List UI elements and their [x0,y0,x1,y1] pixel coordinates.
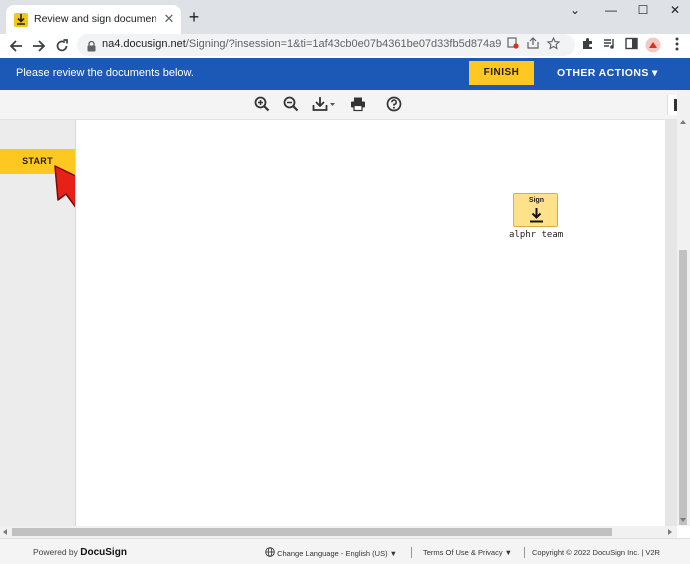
review-message: Please review the documents below. [16,67,194,79]
browser-tab-strip: Review and sign document(s) | D ✕ + ⌄ — … [0,0,690,34]
sign-here-tag[interactable]: Sign [513,193,558,227]
globe-icon [265,547,275,557]
url-host: na4.docusign.net [102,38,186,50]
finish-button[interactable]: FINISH [469,61,534,85]
maximize-window-button[interactable]: ☐ [628,2,658,18]
browser-toolbar: na4.docusign.net/Signing/?insession=1&ti… [0,34,690,58]
lock-icon[interactable] [87,39,96,52]
zoom-in-icon[interactable] [254,96,272,114]
media-control-icon[interactable] [600,37,618,55]
address-bar[interactable]: na4.docusign.net/Signing/?insession=1&ti… [77,34,575,56]
back-icon[interactable] [6,36,26,56]
blocked-popup-icon[interactable] [505,37,521,53]
language-label: Change Language - English (US) ▼ [277,549,398,558]
powered-prefix: Powered by [33,547,78,557]
horizontal-scroll-thumb[interactable] [12,528,612,536]
document-page [75,120,665,526]
url-path: /Signing/?insession=1&ti=1af43cb0e07b436… [185,38,502,50]
extensions-puzzle-icon[interactable] [578,37,596,55]
side-panel-icon[interactable] [622,37,640,55]
footer-divider [411,547,412,558]
vertical-scroll-thumb[interactable] [679,250,687,525]
powered-by-docusign: Powered by DocuSign [33,547,127,558]
signer-name: alphr team [509,230,564,240]
docusign-favicon-icon [14,13,28,27]
browser-menu-icon[interactable] [668,37,686,55]
page-footer: Powered by DocuSign Change Language - En… [0,538,690,564]
terms-privacy-link[interactable]: Terms Of Use & Privacy ▼ [423,548,512,557]
document-right-gutter [665,120,677,526]
help-icon[interactable] [386,96,404,114]
horizontal-scrollbar[interactable] [0,526,677,538]
tab-close-icon[interactable]: ✕ [161,11,177,27]
url-text: na4.docusign.net/Signing/?insession=1&ti… [102,38,501,50]
footer-divider [524,547,525,558]
profile-avatar-icon[interactable] [644,37,662,55]
minimize-window-button[interactable]: — [596,2,626,18]
browser-tab[interactable]: Review and sign document(s) | D ✕ [6,5,181,34]
new-tab-button[interactable]: + [185,8,203,26]
zoom-out-icon[interactable] [283,96,301,114]
scroll-up-arrow-icon[interactable] [680,120,686,124]
reload-icon[interactable] [52,36,72,56]
scroll-left-arrow-icon[interactable] [3,529,7,535]
tab-title: Review and sign document(s) | D [34,13,156,25]
sign-tag-label: Sign [528,197,545,204]
scroll-down-arrow-icon[interactable] [680,518,686,522]
forward-icon[interactable] [29,36,49,56]
scroll-right-arrow-icon[interactable] [668,529,672,535]
tab-search-icon[interactable]: ⌄ [560,2,590,18]
share-icon[interactable] [525,37,541,53]
bookmark-star-icon[interactable] [545,36,561,53]
close-window-button[interactable]: ✕ [660,2,690,18]
sign-download-arrow-icon [530,208,543,223]
signing-header-bar: Please review the documents below. FINIS… [0,58,690,90]
other-actions-menu[interactable]: OTHER ACTIONS ▾ [557,67,658,79]
document-toolbar [0,90,690,120]
print-icon[interactable] [350,96,368,114]
copyright-text: Copyright © 2022 DocuSign Inc. | V2R [532,548,660,557]
change-language-link[interactable]: Change Language - English (US) ▼ [265,547,397,558]
download-icon[interactable] [312,96,338,114]
vertical-scrollbar[interactable] [677,90,690,526]
docusign-logo-text: DocuSign [80,547,127,558]
